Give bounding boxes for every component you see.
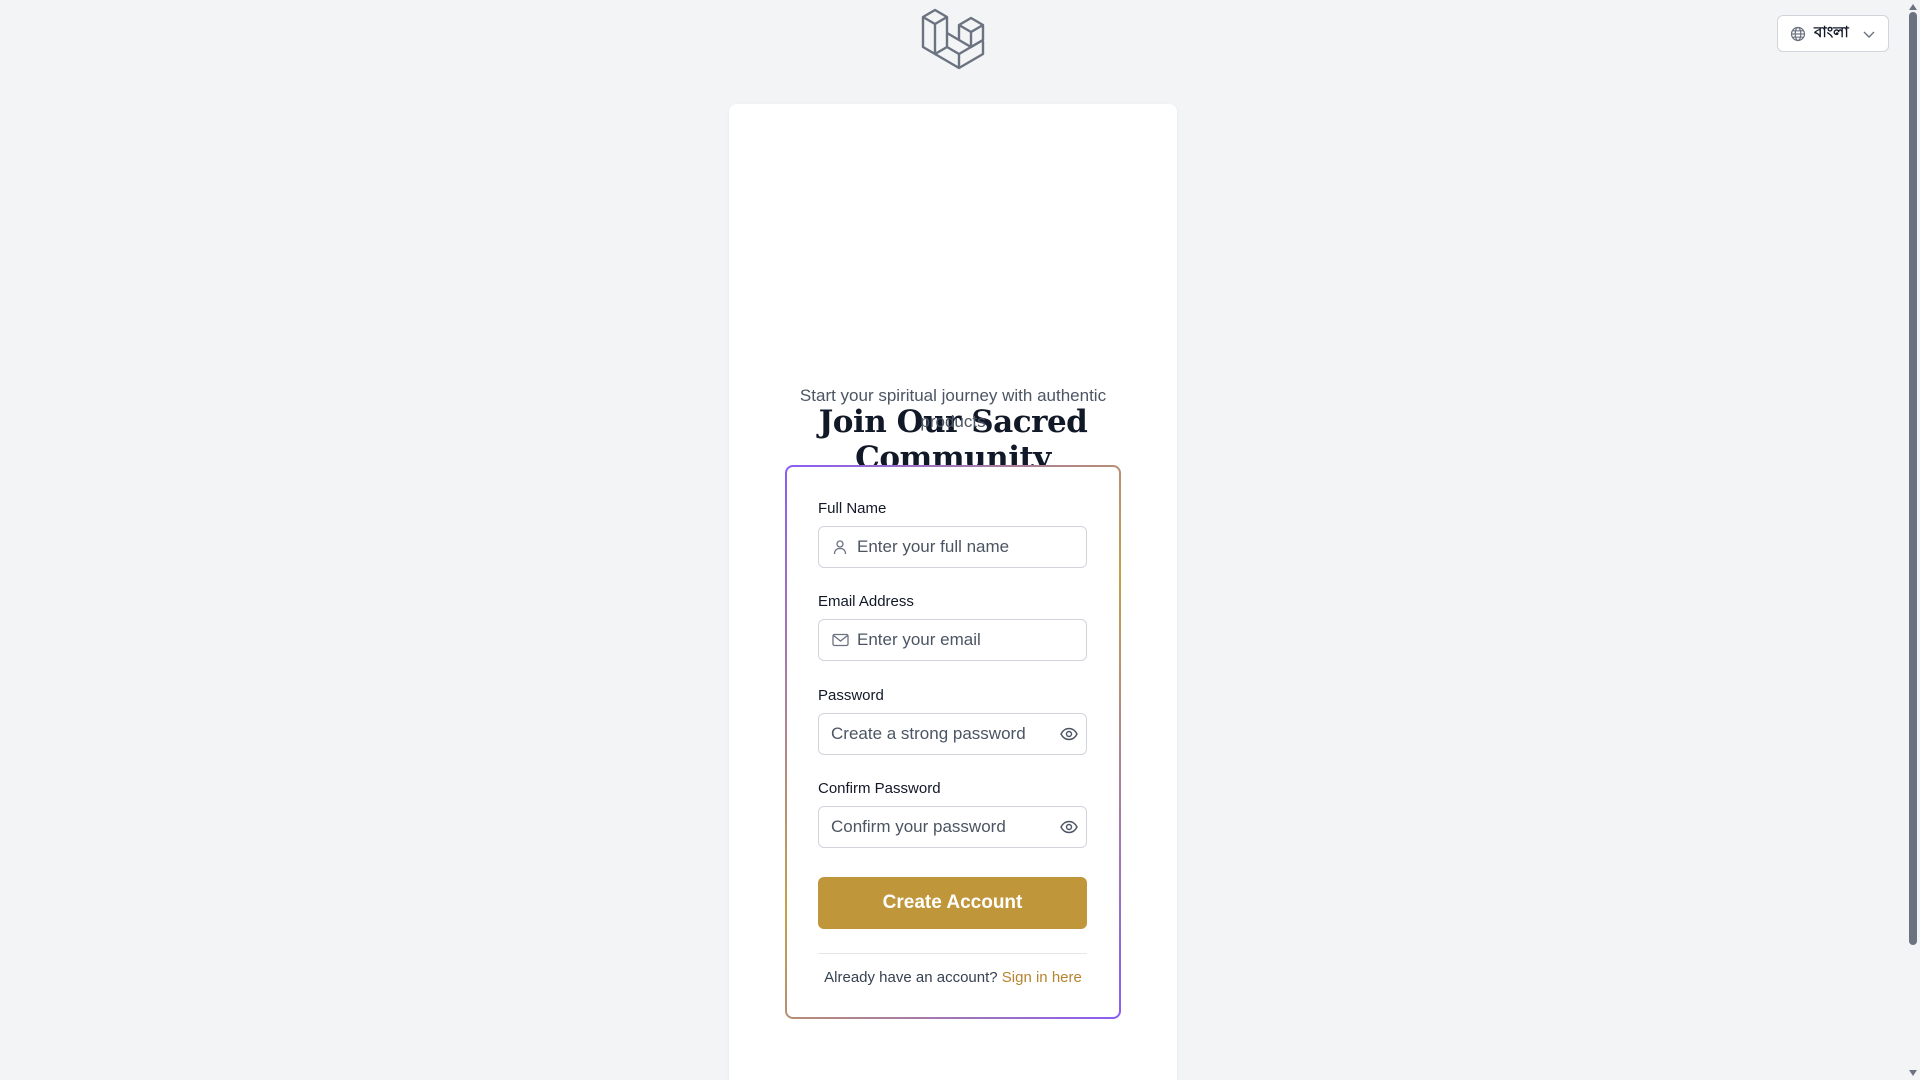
user-icon: [819, 539, 857, 555]
register-form: Full Name Email Address: [785, 465, 1121, 1019]
confirm-password-field[interactable]: [818, 806, 1087, 848]
mail-icon: [819, 633, 857, 647]
signin-link[interactable]: Sign in here: [1002, 969, 1082, 986]
scroll-up-arrow-icon[interactable]: [1909, 4, 1917, 10]
page-subtitle: Start your spiritual journey with authen…: [799, 386, 1107, 431]
create-account-button[interactable]: Create Account: [818, 877, 1087, 929]
laravel-logo-icon[interactable]: [918, 3, 992, 77]
password-field[interactable]: [818, 713, 1087, 755]
scrollbar-thumb[interactable]: [1909, 12, 1917, 945]
divider: [818, 953, 1087, 954]
full-name-input[interactable]: [857, 527, 1086, 567]
register-form-inner: Full Name Email Address: [787, 467, 1119, 1017]
page: বাংলা Join Our Sacred Community Start yo…: [0, 0, 1920, 1080]
scroll-down-arrow-icon[interactable]: [1909, 1070, 1917, 1076]
email-input[interactable]: [857, 620, 1086, 660]
password-input[interactable]: [819, 714, 1052, 754]
full-name-label: Full Name: [818, 500, 887, 517]
globe-icon: [1790, 26, 1806, 42]
register-card: Join Our Sacred Community Start your spi…: [729, 104, 1177, 1080]
signin-prompt: Already have an account?: [824, 969, 998, 986]
eye-icon[interactable]: [1052, 820, 1086, 834]
eye-icon[interactable]: [1052, 727, 1086, 741]
confirm-password-input[interactable]: [819, 807, 1052, 847]
language-select[interactable]: বাংলা: [1777, 15, 1889, 52]
confirm-password-label: Confirm Password: [818, 780, 941, 797]
email-field[interactable]: [818, 619, 1087, 661]
chevron-down-icon: [1862, 27, 1876, 41]
email-label: Email Address: [818, 593, 914, 610]
language-selected-label: বাংলা: [1814, 23, 1849, 41]
page-scrollbar[interactable]: [1906, 0, 1920, 1080]
signin-row: Already have an account? Sign in here: [787, 969, 1119, 986]
full-name-field[interactable]: [818, 526, 1087, 568]
password-label: Password: [818, 687, 884, 704]
